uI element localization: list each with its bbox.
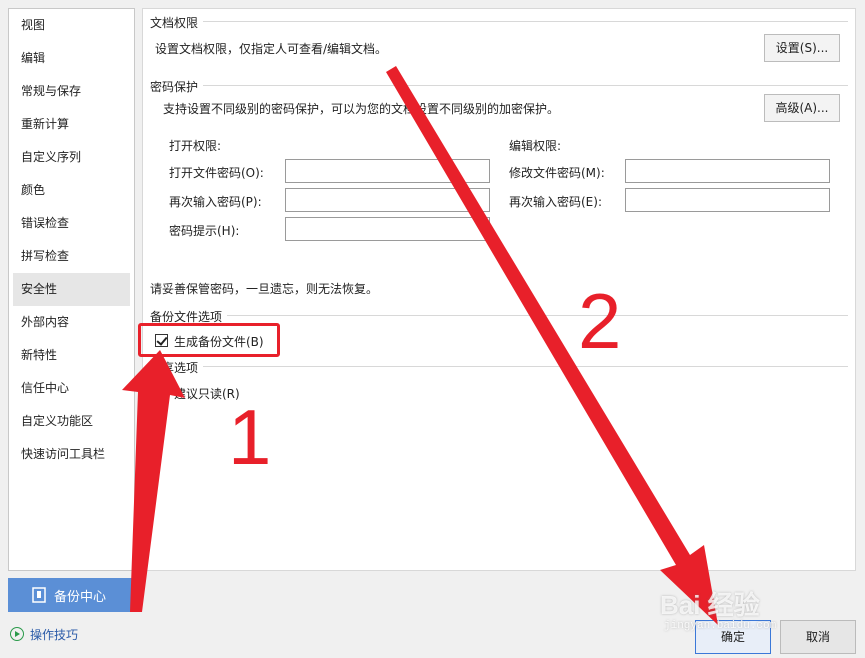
section-divider [203,366,848,367]
annotation-step-2: 2 [578,277,622,365]
advanced-encryption-button[interactable]: 高级(A)... [764,94,840,122]
sidebar-item-color[interactable]: 颜色 [9,174,134,207]
password-protection-title: 密码保护 [150,78,203,95]
sidebar-item-general-save[interactable]: 常规与保存 [9,75,134,108]
play-circle-icon [10,627,24,641]
backup-file-icon [32,587,46,603]
section-divider [203,85,848,86]
sidebar-item-customize-ribbon[interactable]: 自定义功能区 [9,405,134,438]
edit-permission-header: 编辑权限: [509,139,562,153]
section-divider [203,21,848,22]
security-settings-panel: 文档权限 设置文档权限，仅指定人可查看/编辑文档。 设置(S)... 密码保护 … [142,8,856,571]
password-protection-desc: 支持设置不同级别的密码保护，可以为您的文档设置不同级别的加密保护。 [163,102,560,116]
annotation-step-1: 1 [228,393,272,481]
cancel-button[interactable]: 取消 [780,620,856,654]
watermark-url: jingyan.baidu.com [664,620,777,632]
operation-tips-label: 操作技巧 [30,627,79,642]
annotation-highlight-box [138,323,280,357]
open-password-label: 打开文件密码(O): [169,166,264,180]
open-password-confirm-label: 再次输入密码(P): [169,195,262,209]
sidebar-item-security[interactable]: 安全性 [13,273,130,306]
doc-permission-settings-button[interactable]: 设置(S)... [764,34,840,62]
sidebar-item-view[interactable]: 视图 [9,9,134,42]
edit-password-label: 修改文件密码(M): [509,166,605,180]
password-warning: 请妥善保管密码，一旦遗忘，则无法恢复。 [150,282,379,296]
readonly-recommended-checkbox[interactable] [155,386,168,399]
sidebar-item-custom-list[interactable]: 自定义序列 [9,141,134,174]
backup-center-button[interactable]: 备份中心 [8,578,136,612]
sidebar-item-trust-center[interactable]: 信任中心 [9,372,134,405]
sidebar-item-quick-access-toolbar[interactable]: 快速访问工具栏 [9,438,134,471]
watermark-brand: Bai 经验 [660,590,760,620]
open-permission-header: 打开权限: [169,139,222,153]
options-sidebar: 视图 编辑 常规与保存 重新计算 自定义序列 颜色 错误检查 拼写检查 安全性 … [8,8,135,571]
share-options-title: 共享选项 [150,359,203,376]
sidebar-item-recalculate[interactable]: 重新计算 [9,108,134,141]
edit-password-input[interactable] [625,159,830,183]
section-divider [227,315,848,316]
doc-permission-title: 文档权限 [150,14,203,31]
edit-password-confirm-label: 再次输入密码(E): [509,195,602,209]
doc-permission-desc: 设置文档权限，仅指定人可查看/编辑文档。 [155,42,388,56]
edit-password-confirm-input[interactable] [625,188,830,212]
sidebar-item-spell-check[interactable]: 拼写检查 [9,240,134,273]
sidebar-item-new-features[interactable]: 新特性 [9,339,134,372]
open-password-confirm-input[interactable] [285,188,490,212]
password-hint-label: 密码提示(H): [169,224,240,238]
sidebar-item-error-check[interactable]: 错误检查 [9,207,134,240]
password-hint-input[interactable] [285,217,490,241]
sidebar-item-edit[interactable]: 编辑 [9,42,134,75]
backup-center-label: 备份中心 [54,589,107,605]
operation-tips-link[interactable]: 操作技巧 [10,625,78,643]
open-password-input[interactable] [285,159,490,183]
sidebar-item-external-content[interactable]: 外部内容 [9,306,134,339]
